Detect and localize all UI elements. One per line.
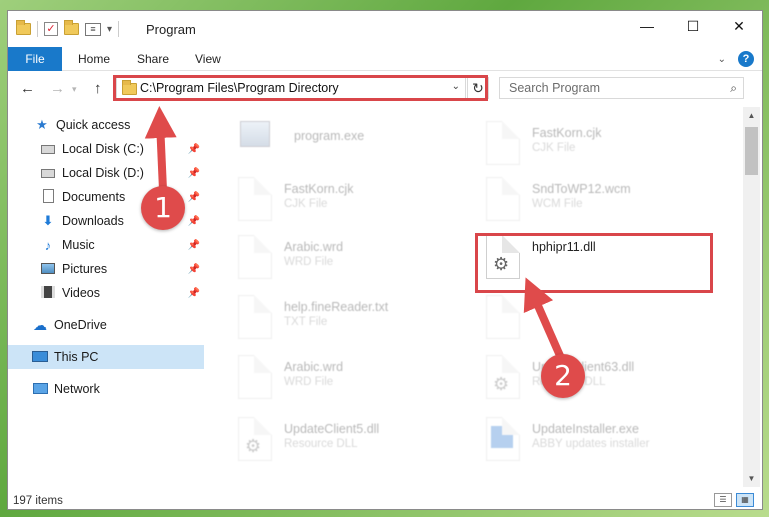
file-highlight-box	[475, 233, 713, 293]
sidebar-item-pictures[interactable]: Pictures 📌	[8, 257, 204, 281]
step-1-badge: 1	[141, 186, 185, 230]
properties-check-icon[interactable]: ✓	[44, 22, 58, 36]
properties-icon[interactable]: ≡	[85, 22, 101, 36]
pin-icon[interactable]: 📌	[188, 216, 200, 227]
new-folder-icon[interactable]	[64, 20, 79, 35]
document-file-icon	[486, 177, 520, 221]
details-view-icon[interactable]: ☰	[714, 493, 732, 507]
sidebar-item-onedrive[interactable]: ☁ OneDrive	[8, 313, 204, 337]
file-item[interactable]: FastKorn.cjk CJK File	[212, 173, 442, 229]
file-item[interactable]: program.exe	[212, 117, 442, 173]
close-button[interactable]: ✕	[716, 11, 762, 41]
navigation-pane: ★ Quick access Local Disk (C:) 📌 Local D…	[8, 111, 204, 491]
file-item[interactable]: Arabic.wrd WRD File	[212, 351, 442, 407]
documents-icon	[40, 188, 56, 206]
document-file-icon	[238, 295, 272, 339]
recent-locations-chevron-icon[interactable]: ▾	[72, 84, 77, 95]
quick-access-toolbar: ✓ ≡ ▾	[16, 20, 120, 37]
tab-view[interactable]: View	[195, 47, 221, 71]
pin-icon[interactable]: 📌	[188, 144, 200, 155]
sidebar-item-local-disk-c[interactable]: Local Disk (C:) 📌	[8, 137, 204, 161]
search-input[interactable]: Search Program ⌕	[499, 77, 744, 99]
onedrive-icon: ☁	[33, 316, 47, 333]
explorer-window: ✓ ≡ ▾ Program — ☐ ✕ File Home Share View…	[7, 10, 763, 510]
file-item[interactable]: Arabic.wrd WRD File	[212, 231, 442, 287]
dll-file-icon: ⚙	[238, 417, 272, 461]
customize-toolbar-chevron-icon[interactable]: ▾	[107, 24, 112, 35]
window-controls: — ☐ ✕	[624, 11, 762, 41]
scroll-up-arrow-icon[interactable]: ▲	[743, 107, 760, 124]
document-file-icon	[238, 235, 272, 279]
file-item[interactable]: FastKorn.cjk CJK File	[460, 117, 690, 173]
window-title: Program	[146, 22, 196, 37]
pc-icon	[32, 350, 48, 365]
search-placeholder: Search Program	[509, 81, 601, 95]
file-list: program.exe FastKorn.cjk CJK File FastKo…	[204, 107, 741, 497]
maximize-button[interactable]: ☐	[670, 11, 716, 41]
separator	[37, 21, 38, 37]
pin-icon[interactable]: 📌	[188, 288, 200, 299]
videos-icon	[40, 285, 56, 301]
star-icon: ★	[36, 117, 48, 132]
installer-icon	[491, 426, 513, 448]
file-item[interactable]: ⚙ UpdateClient5.dll Resource DLL	[212, 413, 442, 469]
dll-file-icon: ⚙	[486, 355, 520, 399]
sidebar-item-this-pc[interactable]: This PC	[8, 345, 204, 369]
sidebar-item-network[interactable]: Network	[8, 377, 204, 401]
document-file-icon	[238, 177, 272, 221]
minimize-button[interactable]: —	[624, 11, 670, 41]
sidebar-item-videos[interactable]: Videos 📌	[8, 281, 204, 305]
pictures-icon	[40, 262, 56, 277]
forward-arrow-icon[interactable]: →	[50, 80, 65, 97]
document-file-icon	[486, 295, 520, 339]
tiles-view-icon[interactable]: ▦	[736, 493, 754, 507]
scroll-down-arrow-icon[interactable]: ▼	[743, 470, 760, 487]
drive-icon	[40, 142, 56, 157]
pin-icon[interactable]: 📌	[188, 264, 200, 275]
help-icon[interactable]: ?	[738, 51, 754, 67]
ribbon-tabs: File Home Share View ⌄ ?	[8, 47, 762, 71]
vertical-scrollbar[interactable]: ▲ ▼	[743, 107, 760, 487]
separator	[118, 21, 120, 37]
downloads-icon: ⬇	[42, 213, 54, 228]
address-highlight-box	[113, 75, 488, 101]
expand-ribbon-chevron-icon[interactable]: ⌄	[718, 54, 726, 65]
tab-share[interactable]: Share	[137, 47, 169, 71]
tab-file[interactable]: File	[8, 47, 62, 71]
up-arrow-icon[interactable]: ↑	[94, 80, 102, 97]
network-icon	[32, 382, 48, 397]
view-buttons: ☰ ▦	[714, 493, 754, 507]
installer-file-icon	[486, 417, 520, 461]
back-arrow-icon[interactable]: ←	[20, 80, 35, 97]
gear-icon: ⚙	[245, 436, 262, 456]
title-bar: ✓ ≡ ▾ Program — ☐ ✕	[8, 11, 762, 47]
sidebar-item-music[interactable]: ♪ Music 📌	[8, 233, 204, 257]
document-file-icon	[486, 121, 520, 165]
scroll-thumb[interactable]	[745, 127, 758, 175]
sidebar-item-local-disk-d[interactable]: Local Disk (D:) 📌	[8, 161, 204, 185]
status-bar: 197 items ☰ ▦	[8, 491, 762, 509]
item-count: 197 items	[13, 495, 63, 507]
drive-icon	[40, 166, 56, 181]
search-icon: ⌕	[730, 81, 737, 95]
exe-file-icon	[240, 121, 270, 147]
gear-icon: ⚙	[493, 374, 510, 394]
pin-icon[interactable]: 📌	[188, 240, 200, 251]
ribbon-right: ⌄ ?	[718, 51, 754, 67]
file-item[interactable]: SndToWP12.wcm WCM File	[460, 173, 690, 229]
document-file-icon	[238, 355, 272, 399]
step-2-badge: 2	[541, 354, 585, 398]
folder-icon	[16, 20, 31, 35]
sidebar-item-quick-access[interactable]: ★ Quick access	[8, 113, 204, 137]
tab-home[interactable]: Home	[78, 47, 110, 71]
file-item[interactable]: help.fineReader.txt TXT File	[212, 291, 442, 347]
file-item[interactable]: UpdateInstaller.exe ABBY updates install…	[460, 413, 690, 469]
pin-icon[interactable]: 📌	[188, 168, 200, 179]
pin-icon[interactable]: 📌	[188, 192, 200, 203]
music-icon: ♪	[44, 237, 52, 253]
file-item[interactable]	[460, 291, 690, 347]
